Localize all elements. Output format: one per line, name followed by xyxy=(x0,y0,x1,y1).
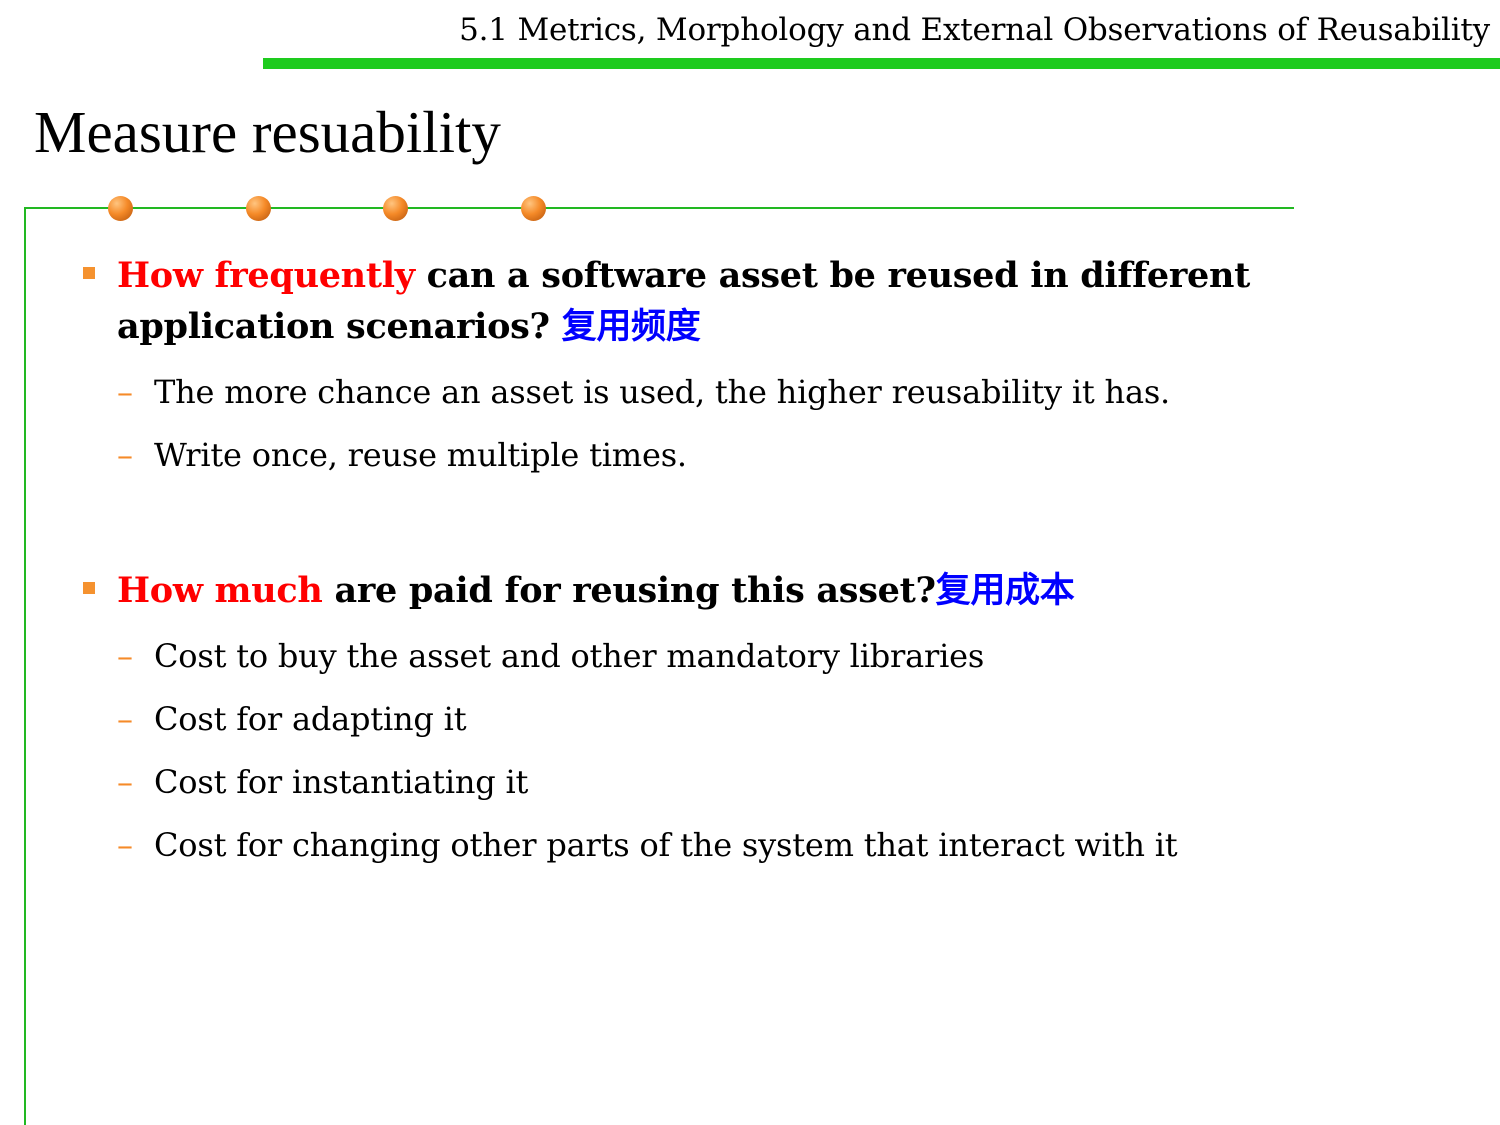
cjk-label: 复用成本 xyxy=(935,570,1075,611)
orange-ball-icon xyxy=(108,196,133,221)
dash-bullet: – xyxy=(117,826,133,864)
sub-item: – Cost for instantiating it xyxy=(117,762,528,802)
highlight-text: How much xyxy=(117,570,323,611)
sub-item-text: The more chance an asset is used, the hi… xyxy=(154,373,1171,411)
sub-item: – Write once, reuse multiple times. xyxy=(117,435,687,475)
sub-item-text: Cost for instantiating it xyxy=(154,763,529,801)
highlight-text: How frequently xyxy=(117,255,415,296)
main-point-cost: How much are paid for reusing this asset… xyxy=(117,565,1277,616)
dash-bullet: – xyxy=(117,436,133,474)
dash-bullet: – xyxy=(117,373,133,411)
dash-bullet: – xyxy=(117,763,133,801)
orange-ball-icon xyxy=(521,196,546,221)
sub-item-text: Cost for adapting it xyxy=(154,700,467,738)
orange-ball-icon xyxy=(246,196,271,221)
sub-item: – Cost for changing other parts of the sy… xyxy=(117,825,1178,865)
sub-item: – Cost to buy the asset and other mandato… xyxy=(117,636,984,676)
orange-ball-icon xyxy=(383,196,408,221)
main-point-frequency: How frequently can a software asset be r… xyxy=(117,250,1277,352)
dash-bullet: – xyxy=(117,700,133,738)
point-text: are paid for reusing this asset? xyxy=(322,570,936,611)
section-header: 5.1 Metrics, Morphology and External Obs… xyxy=(459,12,1490,48)
square-bullet-icon xyxy=(83,267,95,279)
sub-item-text: Cost to buy the asset and other mandator… xyxy=(154,637,985,675)
sub-item: – Cost for adapting it xyxy=(117,699,467,739)
frame-left-line xyxy=(24,207,26,1125)
slide-title: Measure resuability xyxy=(34,99,501,165)
frame-top-line xyxy=(24,207,1294,209)
sub-item: – The more chance an asset is used, the h… xyxy=(117,372,1170,412)
header-bar xyxy=(263,58,1500,69)
dash-bullet: – xyxy=(117,637,133,675)
cjk-label: 复用频度 xyxy=(561,306,701,347)
sub-item-text: Write once, reuse multiple times. xyxy=(154,436,687,474)
square-bullet-icon xyxy=(83,582,95,594)
sub-item-text: Cost for changing other parts of the sys… xyxy=(154,826,1178,864)
